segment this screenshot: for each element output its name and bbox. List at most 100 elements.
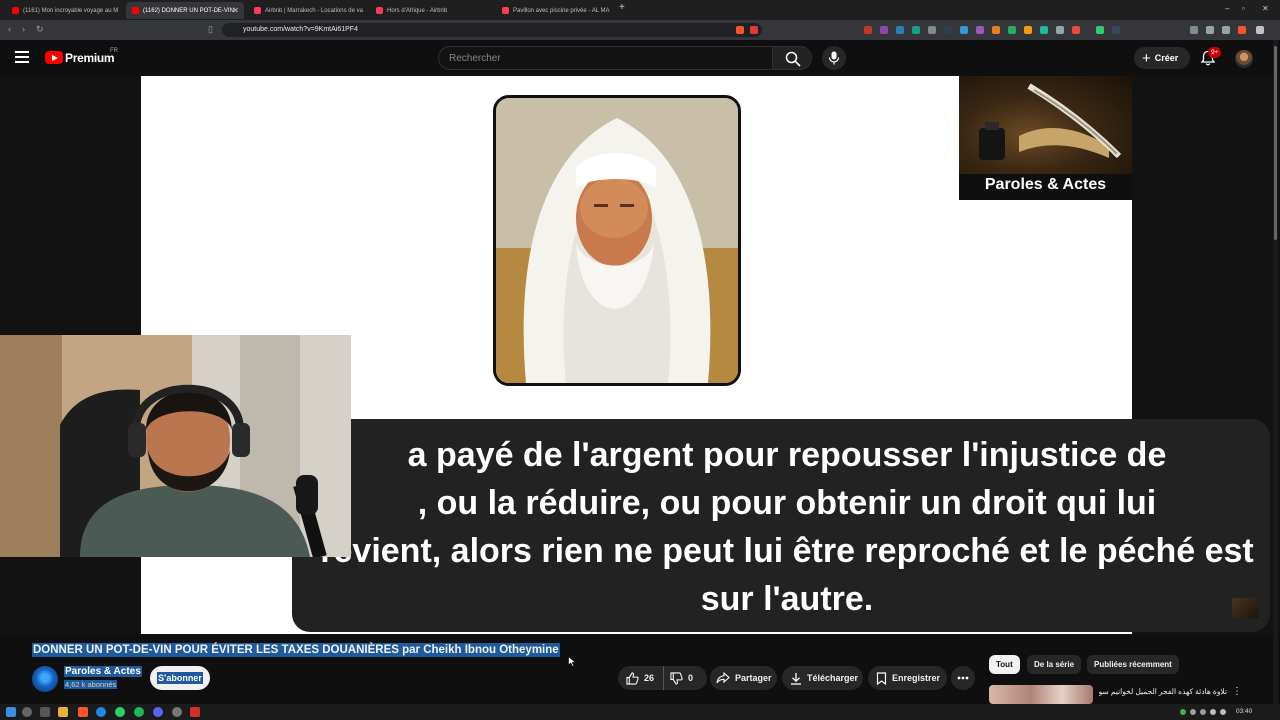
brave-rewards-icon[interactable] — [750, 26, 758, 34]
reload-icon[interactable]: ↻ — [36, 24, 44, 35]
search-icon[interactable] — [22, 707, 32, 717]
tab-label: Airbnb | Marrakech - Locations de va — [265, 7, 363, 14]
tray-icon[interactable] — [1190, 709, 1196, 715]
chip-recently-uploaded[interactable]: Publiées récemment — [1087, 655, 1179, 674]
brave-shield-icon[interactable] — [736, 26, 744, 34]
search-button[interactable] — [772, 46, 812, 70]
windows-icon[interactable] — [6, 707, 16, 717]
browser-tab[interactable]: Airbnb | Marrakech - Locations de va — [248, 2, 366, 19]
plus-icon: + — [1142, 49, 1151, 67]
tray-icon[interactable] — [1180, 709, 1186, 715]
extension-icon[interactable] — [1040, 26, 1048, 34]
notification-badge: 9+ — [1208, 47, 1222, 58]
brand-label[interactable]: Premium — [65, 51, 115, 65]
forward-icon[interactable]: › — [22, 24, 25, 34]
recommended-video-title[interactable]: تلاوة هادئة كهذه الفجر الجميل لخواتيم سو… — [1099, 686, 1227, 697]
subtitle-line: sur l'autre. — [700, 580, 874, 618]
volume-icon[interactable] — [1220, 709, 1226, 715]
airbnb-favicon-icon — [502, 7, 509, 14]
more-actions-button[interactable] — [951, 666, 975, 690]
extension-icon[interactable] — [1024, 26, 1032, 34]
like-button[interactable]: 26 — [618, 666, 664, 690]
extension-icon[interactable] — [912, 26, 920, 34]
menu-dots-icon[interactable] — [1256, 26, 1264, 34]
more-vertical-icon[interactable]: ⋮ — [1232, 686, 1242, 697]
wifi-icon[interactable] — [1210, 709, 1216, 715]
minimize-icon[interactable]: – — [1225, 4, 1229, 13]
url-text: youtube.com/watch?v=9KmtAi61PF4 — [243, 26, 358, 33]
address-bar-row: ‹ › ↻ ▯ youtube.com/watch?v=9KmtAi61PF4 — [0, 20, 1280, 40]
wallet-icon[interactable] — [1222, 26, 1230, 34]
search-input[interactable] — [438, 46, 772, 70]
voice-search-button[interactable] — [822, 46, 846, 70]
end-screen-thumbnail[interactable] — [1232, 598, 1258, 618]
airbnb-favicon-icon — [376, 7, 383, 14]
media-icon[interactable] — [1190, 26, 1198, 34]
vpn-icon[interactable] — [1238, 26, 1246, 34]
extension-icon[interactable] — [1072, 26, 1080, 34]
browser-tab[interactable]: Hors d'Afrique - Airbnb — [370, 2, 492, 19]
avatar[interactable] — [1235, 50, 1253, 68]
extension-icon[interactable] — [1112, 26, 1120, 34]
subtitle-box: a payé de l'argent pour repousser l'inju… — [292, 419, 1270, 632]
taskview-icon[interactable] — [40, 707, 50, 717]
maximize-icon[interactable]: ▫ — [1242, 4, 1245, 13]
bookmark-icon[interactable]: ▯ — [208, 24, 213, 35]
discord-icon[interactable] — [153, 707, 163, 717]
extension-icon[interactable] — [1096, 26, 1104, 34]
subscribe-label: S'abonner — [157, 672, 203, 684]
app-icon[interactable] — [190, 707, 200, 717]
mouse-cursor-icon — [568, 656, 576, 667]
share-button[interactable]: Partager — [710, 666, 777, 690]
search-icon — [785, 51, 801, 67]
browser-tab-active[interactable]: (1162) DONNER UN POT-DE-VIN ✕ — [126, 2, 244, 19]
channel-card-title: Paroles & Actes — [984, 176, 1107, 193]
subscribe-button[interactable]: S'abonner — [150, 666, 210, 690]
browser-tab-strip: (1161) Mon incroyable voyage au M (1162)… — [0, 0, 1280, 20]
thumbs-up-icon — [626, 671, 639, 685]
extension-icon[interactable] — [1056, 26, 1064, 34]
steam-icon[interactable] — [172, 707, 182, 717]
channel-watermark-card: Paroles & Actes — [959, 76, 1132, 200]
back-icon[interactable]: ‹ — [8, 24, 11, 34]
whatsapp-icon[interactable] — [115, 707, 125, 717]
dislike-button[interactable]: 0 — [664, 666, 693, 690]
download-button[interactable]: Télécharger — [782, 666, 863, 690]
video-info-section: DONNER UN POT-DE-VIN POUR ÉVITER LES TAX… — [0, 634, 1280, 704]
channel-name-link[interactable]: Paroles & Actes — [64, 666, 142, 677]
files-icon[interactable] — [58, 707, 68, 717]
taskbar-clock[interactable]: 03:40 — [1236, 708, 1252, 715]
tab-label: Pavillon avec piscine privée - AL MA — [513, 7, 610, 14]
tray-icon[interactable] — [1200, 709, 1206, 715]
channel-avatar[interactable] — [32, 666, 58, 692]
new-tab-icon[interactable]: + — [619, 2, 625, 13]
recommended-video-thumbnail[interactable] — [989, 685, 1093, 704]
extension-icon[interactable] — [864, 26, 872, 34]
extension-icon[interactable] — [960, 26, 968, 34]
edge-icon[interactable] — [96, 707, 106, 717]
extension-icon[interactable] — [880, 26, 888, 34]
menu-icon[interactable] — [15, 51, 29, 63]
save-label: Enregistrer — [892, 673, 941, 683]
close-window-icon[interactable]: ✕ — [1262, 4, 1269, 13]
chip-from-series[interactable]: De la série — [1027, 655, 1082, 674]
browser-tab[interactable]: (1161) Mon incroyable voyage au M — [6, 2, 124, 19]
subtitle-text: a payé de l'argent pour repousser l'inju… — [312, 431, 1262, 623]
extension-icon[interactable] — [992, 26, 1000, 34]
extension-icon[interactable] — [976, 26, 984, 34]
extension-icon[interactable] — [928, 26, 936, 34]
extension-icon[interactable] — [896, 26, 904, 34]
youtube-logo-icon[interactable] — [45, 51, 63, 64]
sidebar-icon[interactable] — [1206, 26, 1214, 34]
save-button[interactable]: Enregistrer — [868, 666, 947, 690]
extension-icon[interactable] — [1008, 26, 1016, 34]
brave-icon[interactable] — [78, 707, 88, 717]
create-button[interactable]: + Créer — [1134, 47, 1190, 69]
page-scrollbar-thumb[interactable] — [1274, 46, 1277, 240]
url-bar[interactable]: youtube.com/watch?v=9KmtAi61PF4 — [222, 23, 762, 37]
extension-icon[interactable] — [944, 26, 952, 34]
spotify-icon[interactable] — [134, 707, 144, 717]
browser-tab[interactable]: Pavillon avec piscine privée - AL MA — [496, 2, 614, 19]
close-tab-icon[interactable]: ✕ — [232, 6, 239, 15]
chip-all[interactable]: Tout — [989, 655, 1020, 674]
